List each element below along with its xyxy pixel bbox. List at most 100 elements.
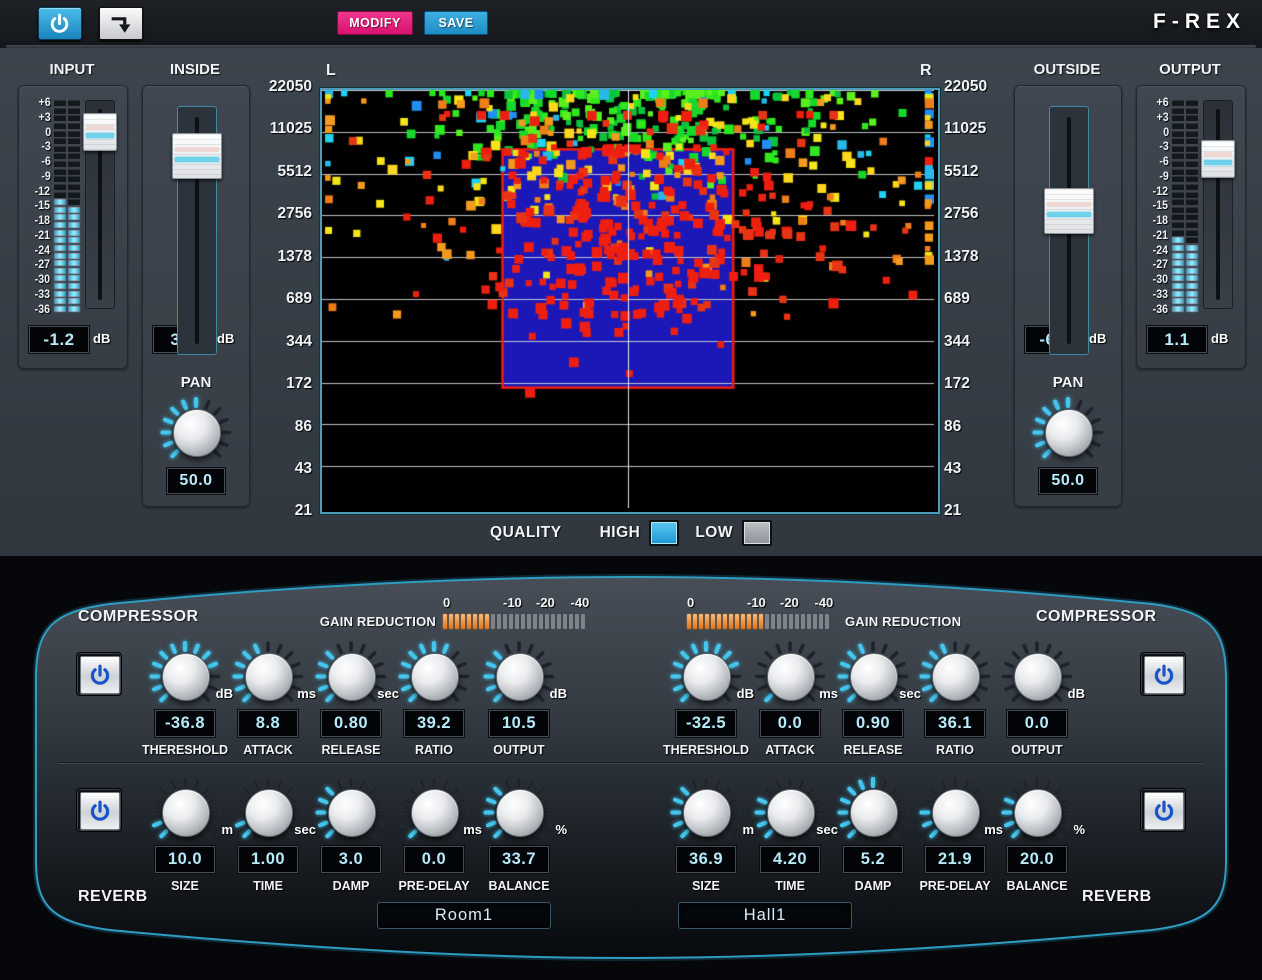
input-fader-cap[interactable] [83, 113, 117, 151]
comp-left-output-unit: dB [550, 686, 567, 701]
freq-label-right-21: 21 [944, 503, 961, 519]
comp-right-thereshold-value[interactable]: -32.5 [676, 710, 736, 737]
reverb-right-pre-delay-value[interactable]: 21.9 [925, 846, 985, 873]
freq-label-left-21: 21 [295, 503, 312, 519]
quality-high-checkbox[interactable] [649, 520, 679, 546]
section-divider [58, 762, 1204, 763]
comp-left-release-value[interactable]: 0.80 [321, 710, 381, 737]
master-power-button[interactable] [38, 7, 82, 40]
reverb-left-time-knob[interactable] [245, 789, 293, 837]
freq-label-right-172: 172 [944, 376, 970, 392]
reverb-left-size-value[interactable]: 10.0 [155, 846, 215, 873]
input-gain-value[interactable]: -1.2 [29, 326, 89, 353]
comp-left-release-knob[interactable] [328, 653, 376, 701]
quality-high-label: HIGH [600, 524, 641, 542]
reverb-right-power-button[interactable] [1140, 788, 1186, 832]
save-button[interactable]: SAVE [424, 11, 488, 35]
modify-button[interactable]: MODIFY [337, 11, 413, 35]
reverb-left-balance-knob[interactable] [496, 789, 544, 837]
comp-left-thereshold-knob[interactable] [162, 653, 210, 701]
reverb-right-balance-value[interactable]: 20.0 [1007, 846, 1067, 873]
reverb-right-size-value[interactable]: 36.9 [676, 846, 736, 873]
inside-fader-cap[interactable] [172, 133, 222, 179]
reverb-left-damp-knob[interactable] [328, 789, 376, 837]
quality-low-label: LOW [695, 524, 733, 542]
reverb-left-power-button[interactable] [76, 788, 122, 832]
outside-fader-cap[interactable] [1044, 188, 1094, 234]
comp-left-output-value[interactable]: 10.5 [489, 710, 549, 737]
reverb-right-time-value[interactable]: 4.20 [760, 846, 820, 873]
comp-left-attack-value[interactable]: 8.8 [238, 710, 298, 737]
reverb-right-damp-value[interactable]: 5.2 [843, 846, 903, 873]
power-icon [88, 799, 112, 823]
comp-right-attack-value[interactable]: 0.0 [760, 710, 820, 737]
reverb-left-damp-value[interactable]: 3.0 [321, 846, 381, 873]
reverb-right-balance-knob[interactable] [1014, 789, 1062, 837]
reverb-left-preset-selector[interactable]: Room1 [377, 902, 551, 929]
reverb-right-balance-label: BALANCE [989, 879, 1085, 893]
comp-right-ratio-knob[interactable] [932, 653, 980, 701]
output-fader-cap[interactable] [1201, 140, 1235, 178]
reverb-left-balance-unit: % [555, 822, 567, 837]
reverb-right-size-knob[interactable] [683, 789, 731, 837]
reverb-left-pre-delay-value[interactable]: 0.0 [404, 846, 464, 873]
outside-fader-track[interactable] [1049, 106, 1089, 355]
reverb-left-pre-delay-knob[interactable] [411, 789, 459, 837]
freq-label-right-43: 43 [944, 461, 961, 477]
reverb-left-time-value[interactable]: 1.00 [238, 846, 298, 873]
input-channel-label: INPUT [18, 61, 126, 78]
comp-left-thereshold-value[interactable]: -36.8 [155, 710, 215, 737]
comp-left-thereshold-group: dB-36.8THERESHOLD [137, 646, 233, 757]
compressor-left-power-button[interactable] [76, 652, 122, 696]
output-gain-value[interactable]: 1.1 [1147, 326, 1207, 353]
inside-fader-track[interactable] [177, 106, 217, 355]
comp-right-release-knob[interactable] [850, 653, 898, 701]
output-fader-track[interactable] [1203, 100, 1233, 309]
reverb-right-pre-delay-knob[interactable] [932, 789, 980, 837]
reverb-left-balance-group: %33.7BALANCE [471, 782, 567, 893]
comp-left-attack-knob[interactable] [245, 653, 293, 701]
spectrum-display[interactable] [320, 88, 940, 514]
comp-right-output-knob[interactable] [1014, 653, 1062, 701]
reverb-left-balance-value[interactable]: 33.7 [489, 846, 549, 873]
compressor-left-title: COMPRESSOR [78, 608, 199, 626]
output-channel-label: OUTPUT [1136, 61, 1244, 78]
input-fader-track[interactable] [85, 100, 115, 309]
frequency-scale-right: 2205011025551227561378689344172864321 [944, 79, 1018, 519]
left-channel-mark: L [326, 62, 336, 80]
inside-pan-value[interactable]: 50.0 [167, 468, 225, 494]
comp-right-ratio-value[interactable]: 36.1 [925, 710, 985, 737]
outside-channel-label: OUTSIDE [1014, 61, 1120, 78]
freq-label-right-344: 344 [944, 334, 970, 350]
comp-right-release-value[interactable]: 0.90 [843, 710, 903, 737]
quality-low-checkbox[interactable] [742, 520, 772, 546]
reverb-right-preset-selector[interactable]: Hall1 [678, 902, 852, 929]
reverb-right-time-group: sec4.20TIME [742, 782, 838, 893]
arrow-right-down-icon [107, 11, 135, 36]
outside-pan-knob[interactable] [1045, 409, 1093, 457]
comp-left-ratio-label: RATIO [386, 743, 482, 757]
comp-left-ratio-value[interactable]: 39.2 [404, 710, 464, 737]
comp-right-output-value[interactable]: 0.0 [1007, 710, 1067, 737]
output-meter-scale: +6+30-3-6-9-12-15-18-21-24-27-30-33-36 [1139, 98, 1169, 316]
inside-pan-knob[interactable] [173, 409, 221, 457]
main-section: INPUT INSIDE OUTSIDE OUTPUT -1.2 dB +6+3… [0, 48, 1262, 556]
gain-reduction-meter-left: 0-10-20-40 [443, 596, 593, 632]
comp-right-attack-knob[interactable] [767, 653, 815, 701]
reverb-left-time-group: sec1.00TIME [220, 782, 316, 893]
power-icon [1152, 799, 1176, 823]
comp-right-thereshold-knob[interactable] [683, 653, 731, 701]
compressor-right-power-button[interactable] [1140, 652, 1186, 696]
outside-pan-value[interactable]: 50.0 [1039, 468, 1097, 494]
right-channel-mark: R [920, 62, 932, 80]
power-icon [48, 12, 71, 35]
reverb-left-size-knob[interactable] [162, 789, 210, 837]
comp-left-ratio-knob[interactable] [411, 653, 459, 701]
reverb-right-damp-knob[interactable] [850, 789, 898, 837]
comp-right-output-label: OUTPUT [989, 743, 1085, 757]
reverb-right-time-knob[interactable] [767, 789, 815, 837]
comp-left-output-knob[interactable] [496, 653, 544, 701]
spectrum-canvas[interactable] [322, 90, 934, 508]
redirect-arrow-button[interactable] [99, 7, 143, 40]
output-meter-panel: 1.1 dB +6+30-3-6-9-12-15-18-21-24-27-30-… [1136, 85, 1246, 369]
